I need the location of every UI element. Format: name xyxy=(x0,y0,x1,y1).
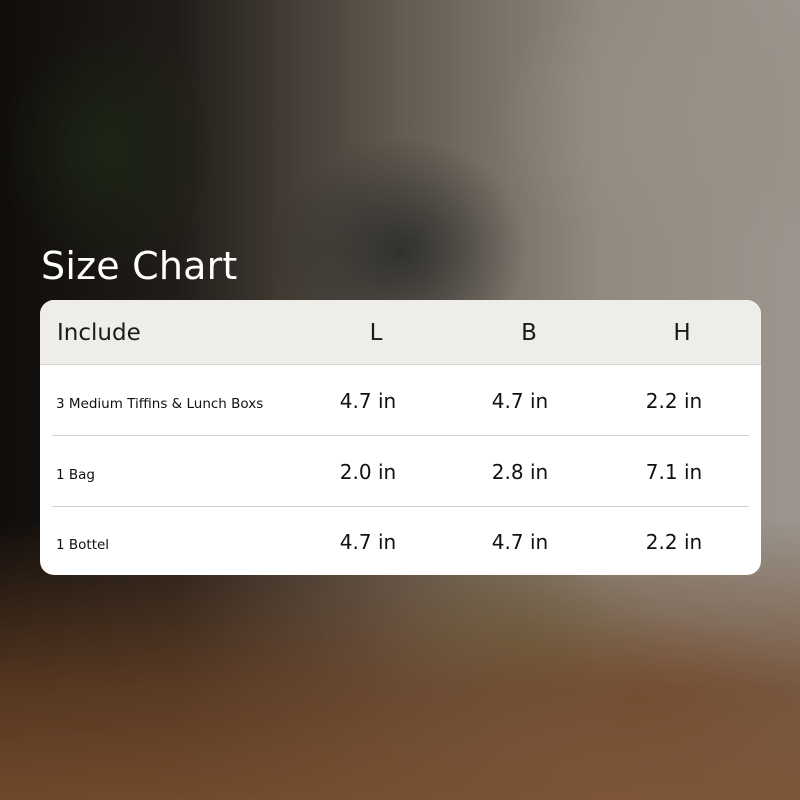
size-table: Include L B H 3 Medium Tiffins & Lunch B… xyxy=(40,300,761,575)
page-title: Size Chart xyxy=(41,244,238,288)
breadth-value: 4.7 in xyxy=(491,389,549,413)
breadth-value: 4.7 in xyxy=(491,530,549,554)
height-value: 2.2 in xyxy=(645,389,703,413)
item-name: 1 Bottel xyxy=(56,537,110,553)
table-row: 1 Bag 2.0 in 2.8 in 7.1 in xyxy=(52,437,749,507)
column-header-include: Include xyxy=(57,319,141,346)
length-value: 4.7 in xyxy=(339,530,397,554)
breadth-value: 2.8 in xyxy=(491,460,549,484)
table-row: 1 Bottel 4.7 in 4.7 in 2.2 in xyxy=(52,507,749,575)
height-value: 2.2 in xyxy=(645,530,703,554)
item-name: 3 Medium Tiffins & Lunch Boxs xyxy=(56,396,264,412)
length-value: 2.0 in xyxy=(339,460,397,484)
height-value: 7.1 in xyxy=(645,460,703,484)
item-name: 1 Bag xyxy=(56,467,95,483)
column-header-height: H xyxy=(673,319,691,346)
column-header-breadth: B xyxy=(521,319,537,346)
column-header-length: L xyxy=(369,319,383,346)
table-row: 3 Medium Tiffins & Lunch Boxs 4.7 in 4.7… xyxy=(52,366,749,436)
length-value: 4.7 in xyxy=(339,389,397,413)
table-header: Include L B H xyxy=(40,300,761,365)
